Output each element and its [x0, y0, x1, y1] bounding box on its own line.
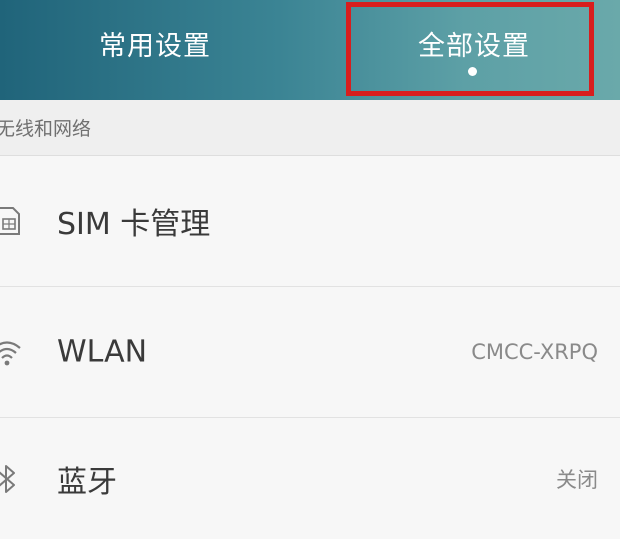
tab-all-label: 全部设置: [418, 31, 530, 62]
settings-item-title: WLAN: [57, 334, 148, 370]
settings-item-wlan[interactable]: WLAN CMCC-XRPQ: [0, 287, 620, 418]
settings-tab-bar: 常用设置 全部设置: [0, 0, 620, 100]
sim-card-icon: [0, 207, 20, 235]
settings-item-value: CMCC-XRPQ: [471, 340, 598, 364]
section-title: 无线和网络: [0, 118, 92, 140]
settings-item-value: 关闭: [556, 467, 598, 492]
tab-active-indicator: [468, 67, 477, 76]
settings-item-title: SIM 卡管理: [57, 207, 211, 242]
settings-item-title: 蓝牙: [57, 464, 117, 500]
tab-common-settings[interactable]: 常用设置: [40, 0, 270, 100]
wifi-icon: [0, 341, 21, 366]
bluetooth-icon: [0, 464, 15, 493]
settings-item-bluetooth[interactable]: 蓝牙 关闭: [0, 418, 620, 539]
tab-all-settings[interactable]: 全部设置: [350, 0, 598, 100]
settings-item-sim[interactable]: SIM 卡管理: [0, 156, 620, 287]
tab-common-label: 常用设置: [99, 31, 211, 62]
section-header-wireless: 无线和网络: [0, 100, 620, 156]
